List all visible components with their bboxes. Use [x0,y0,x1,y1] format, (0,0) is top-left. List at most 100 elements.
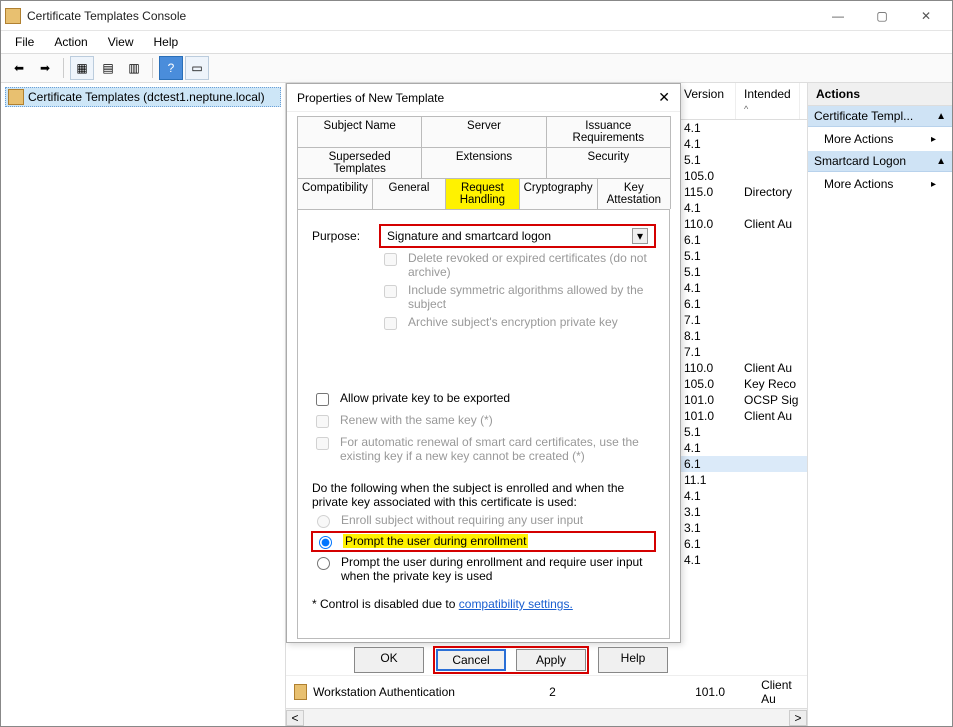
cell-intended: OCSP Sig [744,393,807,407]
ok-button[interactable]: OK [354,647,424,673]
export-icon[interactable]: ▥ [122,56,146,80]
titlebar: Certificate Templates Console — ▢ ✕ [1,1,952,31]
col-intended-label: Intended [744,87,791,101]
radio-prompt-require-btn[interactable] [317,557,330,570]
cell-intended [744,281,807,295]
tab-security[interactable]: Security [546,147,671,178]
col-version[interactable]: Version [676,83,736,119]
scroll-track[interactable] [304,710,789,726]
scroll-left-icon[interactable]: < [286,710,304,726]
tab-subject-name[interactable]: Subject Name [297,116,422,147]
menu-action[interactable]: Action [46,33,95,51]
help-button[interactable]: Help [598,647,668,673]
cell-intended [744,553,807,567]
col-intended[interactable]: Intended ^ [736,83,800,119]
actions-band-smartcard-label: Smartcard Logon [814,154,906,168]
dialog-button-row: OK Cancel Apply Help [287,639,680,681]
dialog-titlebar: Properties of New Template ✕ [287,84,680,112]
cell-version: 7.1 [684,345,744,359]
properties-icon[interactable]: ▭ [185,56,209,80]
opt-include-symmetric-chk [384,285,397,298]
scroll-right-icon[interactable]: > [789,710,807,726]
close-button[interactable]: ✕ [904,2,948,30]
cell-version: 105.0 [684,377,744,391]
cancel-button[interactable]: Cancel [436,649,506,671]
cell-intended: Directory [744,185,807,199]
actions-band-smartcard[interactable]: Smartcard Logon▲ [808,151,952,172]
cell-intended [744,329,807,343]
dialog-close-icon[interactable]: ✕ [658,89,670,106]
compat-note: * Control is disabled due to compatibili… [312,597,655,611]
tab-extensions[interactable]: Extensions [421,147,546,178]
tab-server[interactable]: Server [421,116,546,147]
minimize-button[interactable]: — [816,2,860,30]
cell-version: 110.0 [684,217,744,231]
list-icon[interactable]: ▤ [96,56,120,80]
allow-export-chk[interactable] [316,393,329,406]
menu-file[interactable]: File [7,33,42,51]
purpose-label: Purpose: [312,229,372,243]
back-icon[interactable]: ⬅ [7,56,31,80]
cell-version: 3.1 [684,521,744,535]
menu-view[interactable]: View [100,33,142,51]
cell-intended [744,297,807,311]
radio-prompt[interactable]: Prompt the user during enrollment [312,532,655,551]
tree-pane: Certificate Templates (dctest1.neptune.l… [1,83,286,726]
allow-export[interactable]: Allow private key to be exported [312,391,655,409]
cell-version: 3.1 [684,505,744,519]
menubar: File Action View Help [1,31,952,53]
cell-intended [744,425,807,439]
more-actions-smartcard[interactable]: More Actions ▸ [808,172,952,196]
chevron-right-icon: ▸ [931,134,936,145]
maximize-button[interactable]: ▢ [860,2,904,30]
menu-help[interactable]: Help [146,33,187,51]
sort-asc-icon: ^ [744,104,748,114]
tab-superseded[interactable]: Superseded Templates [297,147,422,178]
cell-intended [744,153,807,167]
actions-band-templates-label: Certificate Templ... [814,109,913,123]
purpose-row: Purpose: Signature and smartcard logon ▾ [312,225,655,247]
apply-button[interactable]: Apply [516,649,586,671]
cell-version: 11.1 [684,473,744,487]
tab-compatibility[interactable]: Compatibility [297,178,373,209]
cell-intended [744,521,807,535]
opt-delete-revoked: Delete revoked or expired certificates (… [380,251,655,279]
cell-intended: Client Au [744,217,807,231]
tab-key-attestation[interactable]: Key Attestation [597,178,671,209]
radio-no-input-label: Enroll subject without requiring any use… [341,513,583,527]
grid-icon[interactable]: ▦ [70,56,94,80]
tab-request-handling[interactable]: Request Handling [445,178,519,209]
forward-icon[interactable]: ➡ [33,56,57,80]
renew-same-key: Renew with the same key (*) [312,413,655,431]
more-actions-templates[interactable]: More Actions▸ [808,127,952,151]
purpose-select[interactable]: Signature and smartcard logon ▾ [380,225,655,247]
tree-root[interactable]: Certificate Templates (dctest1.neptune.l… [5,87,281,107]
cell-intended: Key Reco [744,377,807,391]
cell-intended [744,249,807,263]
compat-settings-link[interactable]: compatibility settings. [459,597,573,611]
cell-version: 4.1 [684,137,744,151]
radio-no-input-btn [317,515,330,528]
cell-version: 115.0 [684,185,744,199]
col-version-label: Version [684,87,724,101]
cell-version: 105.0 [684,169,744,183]
cell-intended [744,265,807,279]
tab-issuance[interactable]: Issuance Requirements [546,116,671,147]
cell-intended [744,505,807,519]
cell-version: 5.1 [684,249,744,263]
tab-cryptography[interactable]: Cryptography [519,178,598,209]
radio-prompt-btn[interactable] [319,536,332,549]
tabs: Subject Name Server Issuance Requirement… [297,116,670,639]
footer-count: 2 [549,685,689,699]
cell-version: 8.1 [684,329,744,343]
tab-general[interactable]: General [372,178,446,209]
radio-prompt-require[interactable]: Prompt the user during enrollment and re… [312,555,655,583]
chevron-right-icon: ▸ [931,179,936,190]
more-actions-smartcard-label: More Actions [824,177,893,191]
app-icon [5,8,21,24]
h-scrollbar[interactable]: < > [286,708,807,726]
help-icon[interactable]: ? [159,56,183,80]
cell-intended [744,313,807,327]
template-icon [294,684,307,700]
actions-band-templates[interactable]: Certificate Templ...▲ [808,106,952,127]
